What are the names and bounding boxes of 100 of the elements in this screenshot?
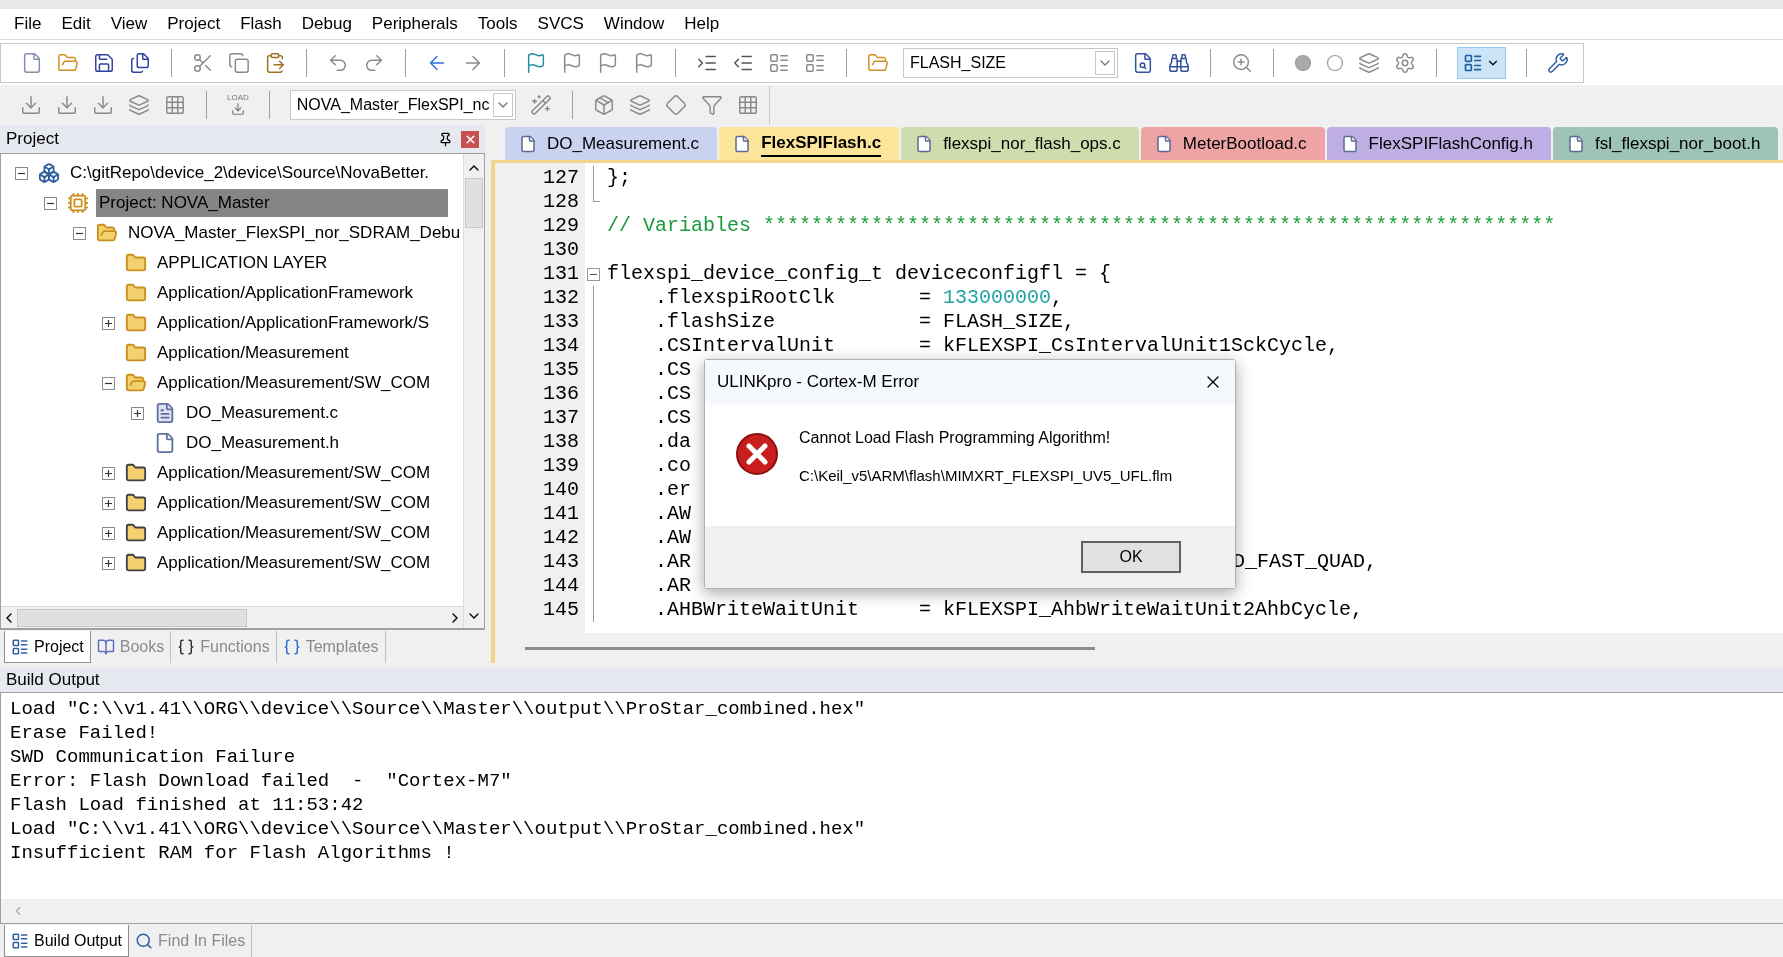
paste-icon[interactable] [264, 51, 286, 74]
horizontal-scrollbar[interactable] [495, 633, 1783, 663]
scroll-thumb[interactable] [465, 178, 484, 228]
flag-icon[interactable] [633, 51, 655, 74]
editor-tab[interactable]: DO_Measurement.c [505, 127, 718, 160]
panel-tab[interactable]: Project [4, 631, 91, 663]
tree-item[interactable]: DO_Measurement.h [183, 429, 343, 457]
filter-icon[interactable] [701, 94, 724, 116]
editor-tab[interactable]: flexspi_nor_flash_ops.c [901, 127, 1139, 160]
tree-item[interactable]: C:\gitRepo\device_2\device\Source\NovaBetter. [67, 159, 433, 187]
find-file-icon[interactable] [1132, 51, 1154, 74]
expand-toggle[interactable] [131, 406, 144, 420]
ok-button[interactable]: OK [1081, 541, 1181, 573]
diamond-icon[interactable] [665, 94, 688, 116]
code-comment: // Variables ****************************************************************** [607, 214, 1556, 237]
scroll-thumb[interactable] [17, 608, 247, 627]
collapse-toggle[interactable] [73, 226, 86, 240]
expand-toggle[interactable] [102, 526, 115, 540]
zoom-icon[interactable] [1231, 51, 1253, 74]
panel-title: Build Output [6, 669, 100, 692]
menu-item[interactable]: Help [674, 11, 730, 37]
horizontal-scrollbar[interactable] [1, 606, 464, 628]
menu-item[interactable]: Debug [291, 11, 362, 37]
editor-tab[interactable]: fsl_flexspi_nor_boot.h [1553, 127, 1779, 160]
save-all-icon[interactable] [129, 51, 151, 74]
code-line: }; [607, 166, 631, 189]
menu-item[interactable]: SVCS [527, 11, 594, 37]
tree-item[interactable]: Application/Measurement/SW_COM [154, 459, 434, 487]
line-number: 131 [543, 262, 579, 286]
tree-item[interactable]: Application/Measurement/SW_COM [154, 519, 434, 547]
menu-item[interactable]: Tools [467, 11, 528, 37]
panel-tab[interactable]: Build Output [4, 925, 130, 957]
output-line: SWD Communication Failure [10, 745, 297, 769]
window-layout-button[interactable] [1457, 46, 1506, 79]
wand-icon[interactable] [530, 94, 553, 116]
tree-item[interactable]: Project: NOVA_Master [96, 189, 448, 217]
fold-toggle[interactable] [587, 267, 600, 281]
line-number: 141 [543, 502, 579, 526]
menu-item[interactable]: Edit [51, 11, 101, 37]
cut-icon[interactable] [192, 51, 214, 74]
menu-item[interactable]: View [100, 11, 158, 37]
file-icon [733, 133, 752, 154]
grid-icon[interactable] [737, 94, 760, 116]
folder-icon [124, 492, 148, 514]
tree-item[interactable]: Application/ApplicationFramework [154, 279, 417, 307]
tree-item[interactable]: NOVA_Master_FlexSPI_nor_SDRAM_Debu [125, 219, 464, 247]
line-number: 128 [543, 190, 579, 214]
layers-icon[interactable] [629, 94, 652, 116]
expand-toggle[interactable] [102, 466, 115, 480]
editor-tab[interactable]: MeterBootload.c [1140, 127, 1325, 160]
project-dropdown[interactable]: NOVA_Master_FlexSPI_nc [289, 90, 517, 120]
expand-toggle[interactable] [102, 556, 115, 570]
expand-toggle[interactable] [102, 496, 115, 510]
menu-item[interactable]: File [14, 11, 52, 37]
tree-item[interactable]: Application/Measurement/SW_COM [154, 489, 434, 517]
flag-icon[interactable] [525, 51, 547, 74]
line-number: 144 [543, 574, 579, 598]
breakpoint-icon[interactable] [1294, 53, 1312, 72]
menu-item[interactable]: Project [157, 11, 231, 37]
target-dropdown[interactable]: FLASH_SIZE [903, 47, 1118, 78]
circle-icon[interactable] [1326, 53, 1344, 72]
open-folder-icon[interactable] [57, 51, 79, 74]
flag-icon[interactable] [597, 51, 619, 74]
tree-item[interactable]: APPLICATION LAYER [154, 249, 331, 277]
line-number: 130 [543, 238, 579, 262]
pin-icon[interactable] [438, 131, 453, 147]
editor-tab[interactable]: FlexSPIFlashConfig.h [1326, 127, 1551, 160]
collapse-toggle[interactable] [15, 166, 28, 180]
flag-icon[interactable] [561, 51, 583, 74]
tree-item[interactable]: Application/ApplicationFramework/S [154, 309, 433, 337]
tree-item[interactable]: Application/Measurement/SW_COM [154, 549, 434, 577]
error-message: Cannot Load Flash Programming Algorithm! [799, 428, 1112, 448]
editor-tab[interactable]: FlexSPIFlash.c [719, 127, 900, 160]
tree-item[interactable]: Application/Measurement [154, 339, 352, 367]
menu-item[interactable]: Peripherals [361, 11, 468, 37]
braces-icon [177, 638, 196, 656]
file-path: C:\Keil_v5\ARM\flash\MIMXRT_FLEXSPI_UV5_UFL.flm [799, 466, 1173, 486]
folder-icon [124, 552, 148, 574]
close-button[interactable] [461, 130, 479, 148]
vertical-scrollbar[interactable] [463, 154, 484, 628]
code-line: .AW [654, 502, 691, 525]
load-button[interactable]: LOAD [227, 94, 249, 116]
collapse-toggle[interactable] [44, 196, 57, 210]
binoculars-icon[interactable] [1168, 51, 1190, 74]
collapse-toggle[interactable] [102, 376, 115, 390]
line-number: 135 [543, 358, 579, 382]
copy-icon[interactable] [228, 51, 250, 74]
expand-toggle[interactable] [102, 316, 115, 330]
find-in-folder-icon[interactable] [867, 51, 889, 74]
tree-item[interactable]: Application/Measurement/SW_COM [154, 369, 434, 397]
menu-item[interactable]: Flash [230, 11, 292, 37]
new-file-icon[interactable] [21, 51, 43, 74]
folder-icon [124, 312, 148, 334]
tree-item[interactable]: DO_Measurement.c [183, 399, 342, 427]
wrench-icon[interactable] [1547, 51, 1569, 74]
save-icon[interactable] [93, 51, 115, 74]
package-icon[interactable] [593, 94, 616, 116]
menu-item[interactable]: Window [593, 11, 675, 37]
horizontal-scrollbar[interactable] [1, 899, 1783, 923]
gear-icon[interactable] [1394, 51, 1416, 74]
